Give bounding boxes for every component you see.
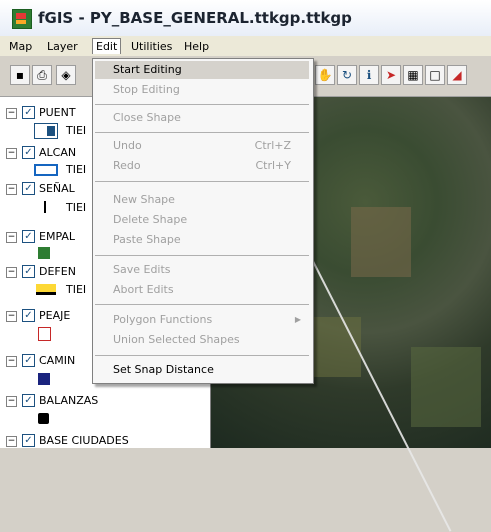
print-icon[interactable]: ⎙ [32,65,52,85]
menu-separator [95,355,309,356]
map-feature [351,207,411,277]
title-bar: fGIS - PY_BASE_GENERAL.ttkgp.ttkgp [0,0,491,36]
layer-checkbox[interactable]: ✓ [22,309,35,322]
pan-hand-icon[interactable]: ✋ [315,65,335,85]
shortcut-label: Ctrl+Y [255,159,291,172]
collapse-icon[interactable]: − [6,311,17,322]
symbol-label: TIEI [66,201,87,214]
collapse-icon[interactable]: − [6,436,17,447]
menu-item-union-selected-shapes[interactable]: Union Selected Shapes [95,331,309,349]
menu-separator [95,104,309,105]
menu-item-polygon-functions[interactable]: Polygon Functions ▶ [95,311,309,329]
layer-checkbox[interactable]: ✓ [22,182,35,195]
layer-name: DEFEN [39,265,76,278]
collapse-icon[interactable]: − [6,184,17,195]
layer-name: SEÑAL [39,182,75,195]
layer-checkbox[interactable]: ✓ [22,106,35,119]
refresh-icon[interactable]: ↻ [337,65,357,85]
layer-checkbox[interactable]: ✓ [22,354,35,367]
collapse-icon[interactable]: − [6,108,17,119]
eraser-icon[interactable]: ◢ [447,65,467,85]
menu-separator [95,181,309,182]
collapse-icon[interactable]: − [6,148,17,159]
collapse-icon[interactable]: − [6,267,17,278]
layer-checkbox[interactable]: ✓ [22,394,35,407]
bridge-symbol-icon [34,123,58,139]
layer-checkbox[interactable]: ✓ [22,146,35,159]
layer-add-icon[interactable]: ◈ [56,65,76,85]
menu-layer[interactable]: Layer [44,39,81,54]
layer-checkbox[interactable]: ✓ [22,230,35,243]
road-symbol-icon [38,373,50,385]
menu-item-delete-shape[interactable]: Delete Shape [95,211,309,229]
layer-name: EMPAL [39,230,76,243]
rectangle-select-icon[interactable]: □ [425,65,445,85]
menu-help[interactable]: Help [181,39,212,54]
collapse-icon[interactable]: − [6,396,17,407]
menu-item-set-snap-distance[interactable]: Set Snap Distance [95,361,309,379]
menu-item-paste-shape[interactable]: Paste Shape [95,231,309,249]
menu-separator [95,255,309,256]
layer-checkbox[interactable]: ✓ [22,434,35,447]
menu-item-close-shape[interactable]: Close Shape [95,109,309,127]
submenu-arrow-icon: ▶ [294,315,301,324]
map-feature [411,347,481,427]
layer-checkbox[interactable]: ✓ [22,265,35,278]
menu-item-abort-edits[interactable]: Abort Edits [95,281,309,299]
layer-name: BALANZAS [39,394,99,407]
sign-symbol-icon [44,201,46,213]
layer-name: CAMIN [39,354,76,367]
edit-menu-dropdown: Start Editing Stop Editing Close Shape U… [92,58,314,384]
menu-item-save-edits[interactable]: Save Edits [95,261,309,279]
shortcut-label: Ctrl+Z [254,139,291,152]
table-icon[interactable]: ▦ [403,65,423,85]
junction-symbol-icon [38,247,50,259]
layer-name: PUENT [39,106,76,119]
save-icon[interactable]: ▪ [10,65,30,85]
fgis-app-icon [12,9,32,29]
menu-edit[interactable]: Edit [92,38,122,54]
culvert-symbol-icon [34,164,58,176]
symbol-label: TIEI [66,163,87,176]
symbol-label: TIEI [66,124,87,137]
menu-item-new-shape[interactable]: New Shape [95,191,309,209]
barrier-symbol-icon [36,284,56,295]
menu-map[interactable]: Map [6,39,35,54]
window-title: fGIS - PY_BASE_GENERAL.ttkgp.ttkgp [38,9,352,27]
menu-separator [95,132,309,133]
info-icon[interactable]: ℹ [359,65,379,85]
layer-name: BASE CIUDADES [39,434,129,447]
menu-item-redo[interactable]: Redo Ctrl+Y [95,157,309,175]
layer-name: PEAJE [39,309,71,322]
layer-name: ALCAN [39,146,77,159]
menu-utilities[interactable]: Utilities [128,39,175,54]
symbol-label: TIEI [66,283,87,296]
toll-symbol-icon [38,327,51,341]
collapse-icon[interactable]: − [6,232,17,243]
collapse-icon[interactable]: − [6,356,17,367]
scale-symbol-icon [38,413,49,424]
menu-separator [95,304,309,305]
select-arrow-icon[interactable]: ➤ [381,65,401,85]
menu-bar: Map Layer Edit Utilities Help [0,36,491,56]
menu-item-start-editing[interactable]: Start Editing [95,61,309,79]
menu-item-undo[interactable]: Undo Ctrl+Z [95,137,309,155]
menu-item-stop-editing[interactable]: Stop Editing [95,81,309,99]
